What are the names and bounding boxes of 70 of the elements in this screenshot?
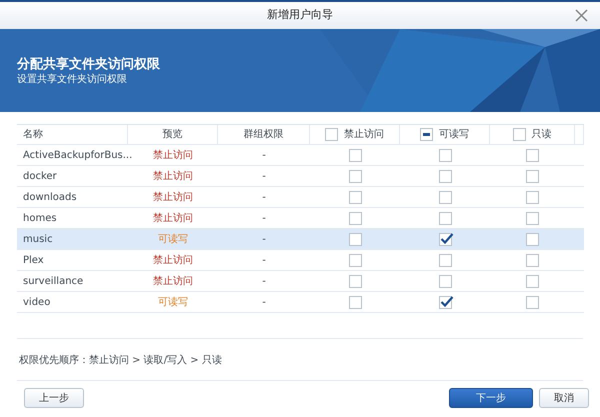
checkbox[interactable]	[438, 170, 452, 182]
table-cell-text: -	[261, 148, 267, 162]
column-header[interactable]: 禁止访问	[344, 127, 384, 142]
wizard-button[interactable]: 下一步	[449, 388, 533, 408]
checkbox[interactable]	[348, 232, 362, 246]
checkbox[interactable]	[526, 254, 539, 266]
table-cell-text: 禁止访问	[152, 170, 194, 184]
window-title: 新增用户向导	[267, 7, 333, 24]
table-cell-text: -	[261, 232, 267, 246]
column-header[interactable]: 名称	[23, 127, 43, 142]
table-row[interactable]: Plex 禁止访问 -	[17, 250, 584, 271]
checkbox[interactable]	[526, 170, 539, 182]
table-cell-text: 禁止访问	[152, 274, 194, 288]
table-cell-text: music	[22, 232, 54, 246]
checkbox[interactable]	[526, 148, 539, 162]
table-row[interactable]: video 可读写 -	[17, 292, 584, 313]
table-cell-text: -	[261, 170, 267, 184]
banner-title: 分配共享文件夹访问权限	[17, 57, 160, 74]
close-icon[interactable]	[575, 8, 588, 21]
table-cell-text: 禁止访问	[152, 254, 194, 268]
wizard-button[interactable]: 上一步	[24, 388, 84, 408]
table-row[interactable]: docker 禁止访问 -	[17, 166, 584, 187]
table-cell-text: 可读写	[157, 296, 189, 310]
checkbox[interactable]	[526, 212, 539, 224]
wizard-button[interactable]: 取消	[539, 388, 589, 408]
column-header[interactable]: 群组权限	[244, 127, 284, 142]
checkbox[interactable]	[438, 190, 452, 204]
checkbox[interactable]	[348, 212, 362, 224]
column-header[interactable]: 可读写	[439, 127, 469, 142]
table-cell-text: Plex	[22, 254, 45, 268]
checkbox[interactable]	[438, 232, 452, 246]
checkbox[interactable]	[348, 296, 362, 308]
checkbox[interactable]	[526, 190, 539, 204]
checkbox[interactable]	[348, 254, 362, 266]
table-cell-text: -	[261, 274, 267, 288]
table-cell-text: 禁止访问	[152, 190, 194, 204]
checkbox[interactable]	[438, 212, 452, 224]
header-checkbox[interactable]	[325, 128, 338, 141]
banner-subtitle: 设置共享文件夹访问权限	[17, 74, 128, 86]
checkbox[interactable]	[438, 274, 452, 288]
table-cell-text: 可读写	[157, 232, 189, 246]
table-cell-text: -	[261, 296, 267, 310]
table-cell-text: video	[22, 296, 52, 310]
column-header[interactable]: 预览	[162, 127, 182, 142]
header-checkbox[interactable]	[512, 128, 526, 141]
table-row[interactable]: surveillance 禁止访问 -	[17, 271, 584, 292]
table-cell-text: 禁止访问	[152, 212, 194, 226]
table-row[interactable]: ActiveBackupforBus... 禁止访问 -	[17, 145, 584, 166]
header-checkbox[interactable]	[420, 128, 433, 141]
checkbox[interactable]	[348, 148, 362, 162]
table-cell-text: docker	[22, 170, 58, 184]
priority-note: 权限优先顺序：禁止访问 > 读取/写入 > 只读	[17, 338, 583, 381]
checkbox[interactable]	[438, 296, 452, 308]
table-row[interactable]: downloads 禁止访问 -	[17, 187, 584, 208]
checkbox[interactable]	[526, 274, 539, 288]
table-cell-text: downloads	[22, 190, 78, 204]
checkbox[interactable]	[438, 254, 452, 266]
checkbox[interactable]	[438, 148, 452, 162]
checkbox[interactable]	[526, 232, 539, 246]
table-cell-text: surveillance	[22, 274, 84, 288]
checkbox[interactable]	[348, 190, 362, 204]
table-cell-text: homes	[22, 212, 58, 226]
table-cell-text: -	[261, 212, 267, 226]
checkbox[interactable]	[526, 296, 539, 308]
checkbox[interactable]	[348, 170, 362, 182]
column-header[interactable]: 只读	[532, 127, 552, 142]
table-cell-text: -	[261, 254, 267, 268]
table-cell-text: -	[261, 190, 267, 204]
table-row[interactable]: music 可读写 -	[17, 229, 584, 250]
checkbox[interactable]	[348, 274, 362, 288]
